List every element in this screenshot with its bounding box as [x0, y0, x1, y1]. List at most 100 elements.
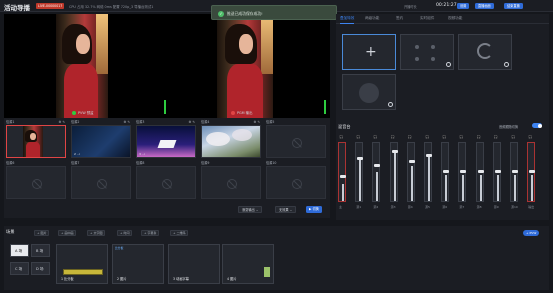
mixer-channel[interactable]: 🎧 源2	[372, 135, 382, 212]
fader-knob[interactable]	[426, 154, 432, 158]
source-tile[interactable]: 信源10	[266, 160, 326, 200]
fader-track[interactable]	[441, 142, 450, 202]
fader-track[interactable]	[355, 142, 364, 202]
transition-select[interactable]: 渐变输出 ⌄	[238, 206, 263, 213]
gear-icon[interactable]	[504, 62, 509, 67]
fader-knob[interactable]	[529, 169, 536, 173]
headphone-icon[interactable]: 🎧	[373, 135, 377, 139]
fader-knob[interactable]	[374, 164, 381, 168]
source-tile[interactable]: 信源7	[71, 160, 131, 200]
effect-card[interactable]	[342, 74, 396, 110]
scene-a[interactable]: A 场	[10, 244, 29, 257]
add-image-button[interactable]: + 图片	[34, 230, 50, 236]
source-tile[interactable]: 信源8	[136, 160, 196, 200]
source-thumb	[266, 125, 326, 158]
effect-card[interactable]	[458, 34, 512, 70]
add-effect-button[interactable]: +	[342, 34, 396, 70]
fader-track[interactable]	[389, 142, 398, 202]
tab-video[interactable]: 视频功能	[448, 16, 462, 21]
headphone-icon[interactable]: 🎧	[494, 135, 498, 139]
source-tile[interactable]: 信源3 ⚙ ✎ 3 ..i	[136, 119, 196, 159]
fader-knob[interactable]	[443, 169, 450, 173]
fader-track[interactable]	[527, 142, 536, 202]
headphone-icon[interactable]: 🎧	[477, 135, 481, 139]
source-tile[interactable]: 信源2 ⚙ ✎ 2 ..i	[71, 119, 131, 159]
source-tile[interactable]: 信源5	[266, 119, 326, 159]
headphone-icon[interactable]: 🎧	[528, 135, 532, 139]
fader-knob[interactable]	[340, 175, 346, 179]
mixer-channel[interactable]: 🎧 主	[338, 135, 348, 212]
settings-button[interactable]: 设置	[457, 2, 470, 9]
headphone-icon[interactable]: 🎧	[339, 135, 343, 139]
scene-b[interactable]: B 场	[31, 244, 50, 257]
headphone-icon[interactable]: 🎧	[442, 135, 446, 139]
headphone-icon[interactable]: 🎧	[356, 135, 360, 139]
scene-c[interactable]: C 场	[10, 262, 29, 275]
layer-card[interactable]: 4 图片	[222, 244, 274, 284]
mixer-channel[interactable]: 🎧 输出	[527, 135, 537, 212]
source-tile[interactable]: 信源6	[6, 160, 66, 200]
source-tile[interactable]: 信源1 ⚙ ✎	[6, 119, 66, 159]
fader-knob[interactable]	[408, 159, 415, 163]
fader-knob[interactable]	[477, 169, 484, 173]
headphone-icon[interactable]: 🎧	[408, 135, 412, 139]
headphone-icon[interactable]: 🎧	[425, 135, 429, 139]
source-tile[interactable]: 信源4 ⚙ ✎	[201, 119, 261, 159]
scene-label: A 场	[15, 249, 23, 253]
fader-track[interactable]	[492, 142, 501, 202]
tab-secondary[interactable]: 两级功能	[365, 16, 379, 21]
mixer-channel[interactable]: 🎧 源1	[355, 135, 365, 212]
fader-track[interactable]	[372, 142, 381, 202]
add-pip-button[interactable]: + 画中画	[58, 230, 77, 236]
channel-label: 主	[339, 205, 343, 209]
headphone-icon[interactable]: 🎧	[511, 135, 515, 139]
fader-knob[interactable]	[512, 169, 518, 173]
fader-track[interactable]	[338, 142, 346, 202]
pgm-monitor[interactable]: PGM 输出	[167, 14, 330, 118]
audio-follow-toggle[interactable]	[532, 123, 542, 128]
mixer-channel[interactable]: 🎧 源6	[441, 135, 451, 212]
fader-track[interactable]	[424, 142, 432, 202]
fader-knob[interactable]	[494, 169, 501, 173]
add-text-button[interactable]: + 文字图	[87, 230, 106, 236]
pvw-button[interactable]: + PVW	[523, 230, 540, 236]
mixer-channel[interactable]: 🎧 源9	[492, 135, 503, 212]
scene-d[interactable]: D 场	[31, 262, 50, 275]
effect-select[interactable]: 无效果 ⌄	[275, 206, 297, 213]
live-view-button[interactable]: 直播画面	[475, 2, 494, 9]
tab-sign[interactable]: 签约	[396, 16, 403, 21]
add-qrcode-button[interactable]: + 二维码	[170, 230, 189, 236]
channel-label: 源3	[390, 205, 396, 209]
mixer-channel[interactable]: 🎧 源5	[424, 135, 434, 212]
gear-icon[interactable]	[446, 62, 451, 67]
headphone-icon[interactable]: 🎧	[459, 135, 463, 139]
fader-knob[interactable]	[460, 169, 467, 173]
monitor-area: PVW 预监 PGM 输出	[4, 14, 330, 118]
fader-track[interactable]	[458, 142, 467, 202]
mixer-channel[interactable]: 🎧 源4	[406, 135, 417, 212]
effect-card[interactable]	[400, 34, 454, 70]
mixer-channel[interactable]: 🎧 源7	[458, 135, 468, 212]
layer-card[interactable]: 比分板 2 图片	[112, 244, 164, 284]
fader-track[interactable]	[406, 142, 415, 202]
tab-realtime[interactable]: 实时组件	[420, 16, 434, 21]
fader-knob[interactable]	[391, 149, 398, 153]
gear-icon[interactable]	[388, 102, 393, 107]
pvw-monitor[interactable]: PVW 预监	[4, 14, 167, 118]
add-caption-button[interactable]: + 字幕条	[141, 230, 160, 236]
source-tile[interactable]: 信源9	[201, 160, 261, 200]
tab-overlay-effects[interactable]: 叠加特效	[340, 16, 355, 24]
switch-button[interactable]: ▶ 切换	[306, 206, 322, 213]
headphone-icon[interactable]: 🎧	[391, 135, 395, 139]
layer-card[interactable]: 3 动画字幕	[168, 244, 220, 284]
layer-card[interactable]: 1 比分板	[56, 244, 108, 284]
end-live-button[interactable]: 结束直播	[504, 2, 523, 9]
mixer-channel[interactable]: 🎧 源8	[475, 135, 486, 212]
fader-track[interactable]	[510, 142, 518, 202]
source-thumb	[201, 166, 261, 199]
mixer-channel[interactable]: 🎧 源10	[510, 135, 520, 212]
fader-knob[interactable]	[357, 157, 364, 160]
fader-track[interactable]	[475, 142, 484, 202]
mixer-channel[interactable]: 🎧 源3	[389, 135, 400, 212]
add-time-button[interactable]: + 时间	[117, 230, 133, 236]
